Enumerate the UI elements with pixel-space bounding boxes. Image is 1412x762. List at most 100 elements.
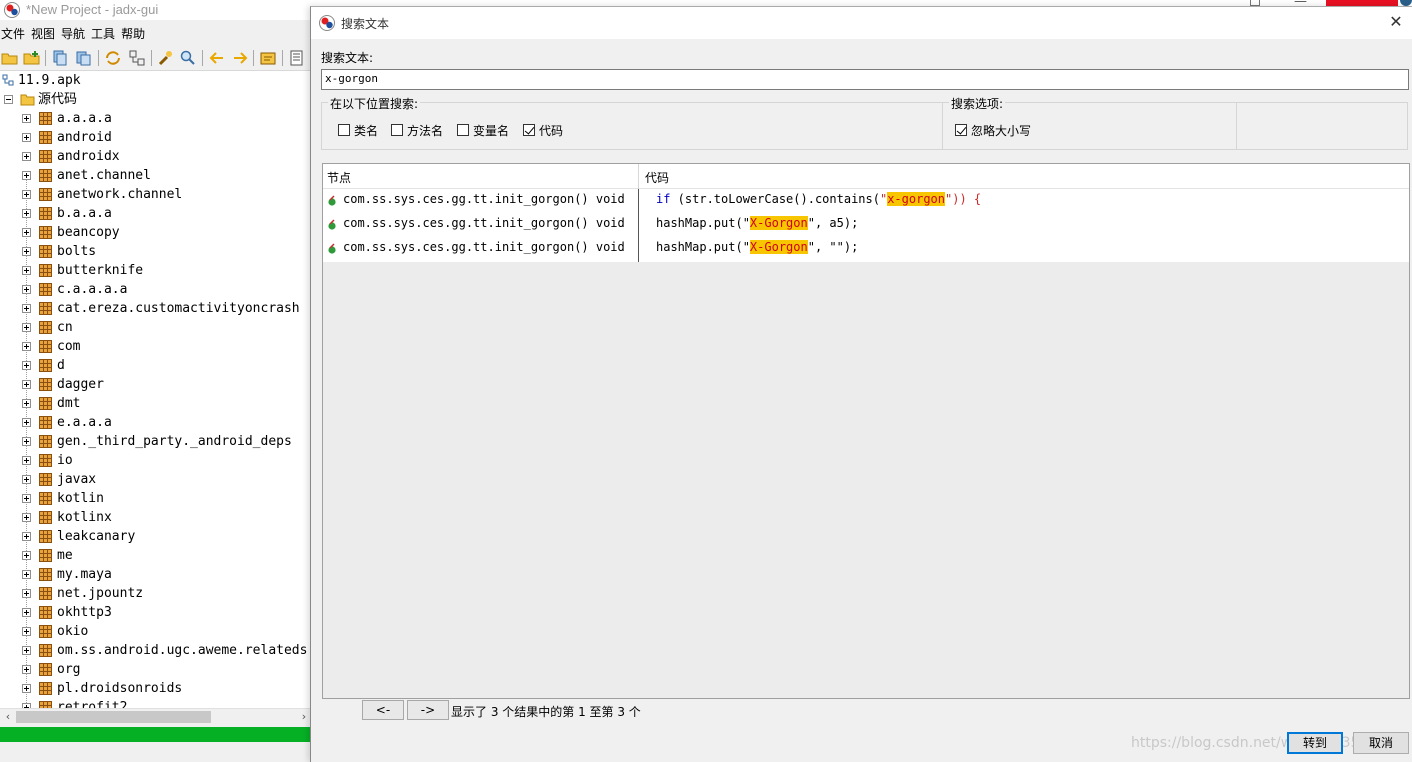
forward-arrow-icon[interactable] — [231, 49, 249, 67]
expand-toggle-icon[interactable] — [22, 380, 31, 389]
expand-toggle-icon[interactable] — [22, 418, 31, 427]
expand-toggle-icon[interactable] — [22, 247, 31, 256]
code-tail: ")) { — [945, 192, 982, 206]
toolbar-separator — [98, 50, 99, 66]
package-icon — [39, 682, 52, 695]
expand-toggle-icon[interactable] — [22, 494, 31, 503]
expand-toggle-icon[interactable] — [22, 475, 31, 484]
menu-file[interactable]: 文件 — [1, 22, 30, 42]
menu-view[interactable]: 视图 — [31, 22, 60, 42]
text-search-icon[interactable] — [157, 49, 175, 67]
toolbar-separator — [151, 50, 152, 66]
expand-toggle-icon[interactable] — [22, 532, 31, 541]
package-icon — [39, 625, 52, 638]
expand-toggle-icon[interactable] — [22, 627, 31, 636]
checkbox-box[interactable] — [391, 124, 403, 136]
cancel-button[interactable]: 取消 — [1353, 732, 1409, 754]
expand-toggle-icon[interactable] — [22, 152, 31, 161]
method-icon — [328, 195, 336, 206]
tree-package-label: okio — [57, 624, 89, 639]
checkbox-box[interactable] — [955, 124, 967, 136]
results-table[interactable]: 节点 代码 com.ss.sys.ces.gg.tt.init_gorgon()… — [322, 163, 1410, 699]
expand-toggle-icon[interactable] — [22, 570, 31, 579]
package-icon — [39, 587, 52, 600]
package-icon — [39, 492, 52, 505]
package-icon — [39, 606, 52, 619]
expand-toggle-icon[interactable] — [22, 437, 31, 446]
column-divider[interactable] — [638, 164, 639, 189]
package-icon — [39, 112, 52, 125]
expand-toggle-icon[interactable] — [22, 646, 31, 655]
toolbar-separator — [202, 50, 203, 66]
result-node: com.ss.sys.ces.gg.tt.init_gorgon() void — [343, 216, 625, 230]
table-row[interactable]: com.ss.sys.ces.gg.tt.init_gorgon() void … — [323, 237, 1409, 261]
expand-toggle-icon[interactable] — [22, 171, 31, 180]
main-window: *New Project - jadx-gui 文件 视图 导航 工具 帮助 11.9.… — [0, 0, 312, 762]
package-icon — [39, 378, 52, 391]
expand-toggle-icon[interactable] — [22, 589, 31, 598]
horizontal-scrollbar[interactable]: ‹ › — [0, 708, 312, 725]
checkbox-box[interactable] — [523, 124, 535, 136]
main-titlebar: *New Project - jadx-gui — [0, 0, 312, 20]
tree-package-label: dagger — [57, 377, 104, 392]
column-header-node[interactable]: 节点 — [327, 169, 351, 186]
checkbox-label: 代码 — [539, 124, 564, 138]
expand-toggle-icon[interactable] — [22, 608, 31, 617]
tree-package-label: cn — [57, 320, 73, 335]
add-files-icon[interactable] — [23, 49, 41, 67]
expand-toggle-icon[interactable] — [22, 551, 31, 560]
menu-navigate[interactable]: 导航 — [61, 22, 90, 42]
column-header-code[interactable]: 代码 — [645, 169, 669, 186]
tree-package-label: kotlinx — [57, 510, 112, 525]
expand-toggle-icon[interactable] — [22, 228, 31, 237]
sync-icon[interactable] — [104, 49, 122, 67]
checkbox-box[interactable] — [457, 124, 469, 136]
jadx-app-icon — [4, 2, 20, 18]
collapse-toggle-icon[interactable] — [4, 95, 13, 104]
scroll-left-icon[interactable]: ‹ — [0, 709, 16, 725]
flat-packages-icon[interactable] — [128, 49, 146, 67]
expand-toggle-icon[interactable] — [22, 114, 31, 123]
checkbox-box[interactable] — [338, 124, 350, 136]
project-tree[interactable]: 11.9.apk 源代码 a.a.a.a android androidx anet.… — [0, 71, 312, 708]
expand-toggle-icon[interactable] — [22, 684, 31, 693]
method-icon — [328, 243, 336, 254]
package-icon — [39, 416, 52, 429]
log-viewer-icon[interactable] — [259, 49, 277, 67]
goto-button[interactable]: 转到 — [1287, 732, 1343, 754]
search-options-label: 搜索选项: — [949, 95, 1006, 112]
expand-toggle-icon[interactable] — [22, 513, 31, 522]
expand-toggle-icon[interactable] — [22, 190, 31, 199]
copy-icon[interactable] — [51, 49, 69, 67]
expand-toggle-icon[interactable] — [22, 285, 31, 294]
class-search-icon[interactable] — [179, 49, 197, 67]
search-input[interactable]: x-gorgon — [321, 69, 1409, 90]
preferences-icon[interactable] — [288, 49, 306, 67]
expand-toggle-icon[interactable] — [22, 323, 31, 332]
expand-toggle-icon[interactable] — [22, 304, 31, 313]
expand-toggle-icon[interactable] — [22, 665, 31, 674]
tree-package-label: anet.channel — [57, 168, 151, 183]
expand-toggle-icon[interactable] — [22, 133, 31, 142]
prev-page-button[interactable]: <- — [362, 700, 404, 720]
scrollbar-thumb[interactable] — [16, 711, 211, 723]
menu-tools[interactable]: 工具 — [91, 22, 120, 42]
package-icon — [39, 473, 52, 486]
dialog-close-icon[interactable]: ✕ — [1386, 12, 1406, 32]
menu-help[interactable]: 帮助 — [121, 22, 150, 42]
expand-toggle-icon[interactable] — [22, 266, 31, 275]
expand-toggle-icon[interactable] — [22, 361, 31, 370]
table-row[interactable]: com.ss.sys.ces.gg.tt.init_gorgon() void … — [323, 213, 1409, 237]
search-match: X-Gorgon — [749, 216, 808, 230]
expand-toggle-icon[interactable] — [22, 456, 31, 465]
package-icon — [39, 644, 52, 657]
table-row[interactable]: com.ss.sys.ces.gg.tt.init_gorgon() void … — [323, 189, 1409, 213]
open-file-icon[interactable] — [1, 49, 19, 67]
back-arrow-icon[interactable] — [208, 49, 226, 67]
expand-toggle-icon[interactable] — [22, 209, 31, 218]
expand-toggle-icon[interactable] — [22, 342, 31, 351]
next-page-button[interactable]: -> — [407, 700, 449, 720]
save-all-icon[interactable] — [75, 49, 93, 67]
expand-toggle-icon[interactable] — [22, 399, 31, 408]
package-icon — [39, 530, 52, 543]
